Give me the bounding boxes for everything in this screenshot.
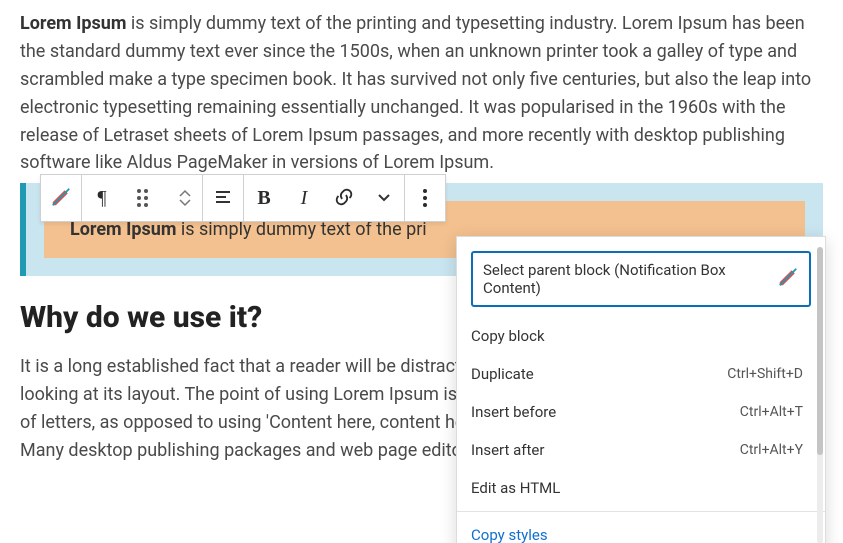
- italic-button[interactable]: I: [284, 175, 324, 221]
- menu-item-shortcut: Ctrl+Shift+D: [727, 366, 803, 382]
- menu-scrollbar-thumb[interactable]: [817, 247, 823, 455]
- more-vertical-icon: [423, 189, 427, 207]
- select-parent-block-label: Select parent block (Notification Box Co…: [483, 261, 777, 297]
- paragraph-type-button[interactable]: ¶: [82, 175, 122, 221]
- more-rich-text-button[interactable]: [364, 175, 404, 221]
- drag-icon: [137, 189, 148, 207]
- pilcrow-icon: ¶: [97, 187, 106, 210]
- menu-item-label: Insert before: [471, 403, 556, 421]
- menu-item-label: Copy styles: [471, 526, 548, 543]
- notice-lead: Lorem Ipsum: [70, 219, 176, 240]
- notification-box-content-icon: [50, 186, 72, 211]
- menu-item-duplicate[interactable]: Duplicate Ctrl+Shift+D: [457, 355, 825, 393]
- menu-item-shortcut: Ctrl+Alt+Y: [740, 442, 803, 458]
- menu-item-edit-as-html[interactable]: Edit as HTML: [457, 469, 825, 507]
- menu-item-label: Insert after: [471, 441, 544, 459]
- intro-paragraph[interactable]: Lorem Ipsum is simply dummy text of the …: [20, 10, 823, 177]
- chevron-down-icon: [376, 189, 392, 208]
- align-button[interactable]: [203, 175, 243, 221]
- menu-item-label: Copy block: [471, 327, 545, 345]
- move-arrows-icon: [179, 189, 191, 207]
- menu-item-insert-after[interactable]: Insert after Ctrl+Alt+Y: [457, 431, 825, 469]
- block-type-button[interactable]: [41, 175, 81, 221]
- drag-handle-button[interactable]: [122, 175, 162, 221]
- bold-button[interactable]: B: [244, 175, 284, 221]
- bold-icon: B: [257, 187, 270, 210]
- menu-item-shortcut: Ctrl+Alt+T: [740, 404, 803, 420]
- align-icon: [213, 187, 233, 210]
- notification-box-content-icon: [777, 266, 799, 292]
- notice-text: is simply dummy text of the pri: [176, 219, 426, 240]
- menu-scrollbar[interactable]: [817, 247, 823, 543]
- menu-separator: [457, 511, 825, 512]
- italic-icon: I: [301, 187, 308, 210]
- move-up-down-button[interactable]: [162, 175, 202, 221]
- menu-item-label: Duplicate: [471, 365, 534, 383]
- select-parent-block-button[interactable]: Select parent block (Notification Box Co…: [471, 251, 811, 307]
- menu-item-copy-styles[interactable]: Copy styles: [457, 516, 825, 543]
- intro-lead: Lorem Ipsum: [20, 13, 126, 34]
- link-icon: [333, 186, 355, 211]
- link-button[interactable]: [324, 175, 364, 221]
- menu-item-insert-before[interactable]: Insert before Ctrl+Alt+T: [457, 393, 825, 431]
- block-toolbar: ¶ B I: [40, 174, 446, 222]
- block-options-menu: Select parent block (Notification Box Co…: [456, 236, 826, 543]
- more-options-button[interactable]: [405, 175, 445, 221]
- menu-item-label: Edit as HTML: [471, 479, 560, 497]
- menu-item-copy-block[interactable]: Copy block: [457, 317, 825, 355]
- intro-text: is simply dummy text of the printing and…: [20, 13, 811, 173]
